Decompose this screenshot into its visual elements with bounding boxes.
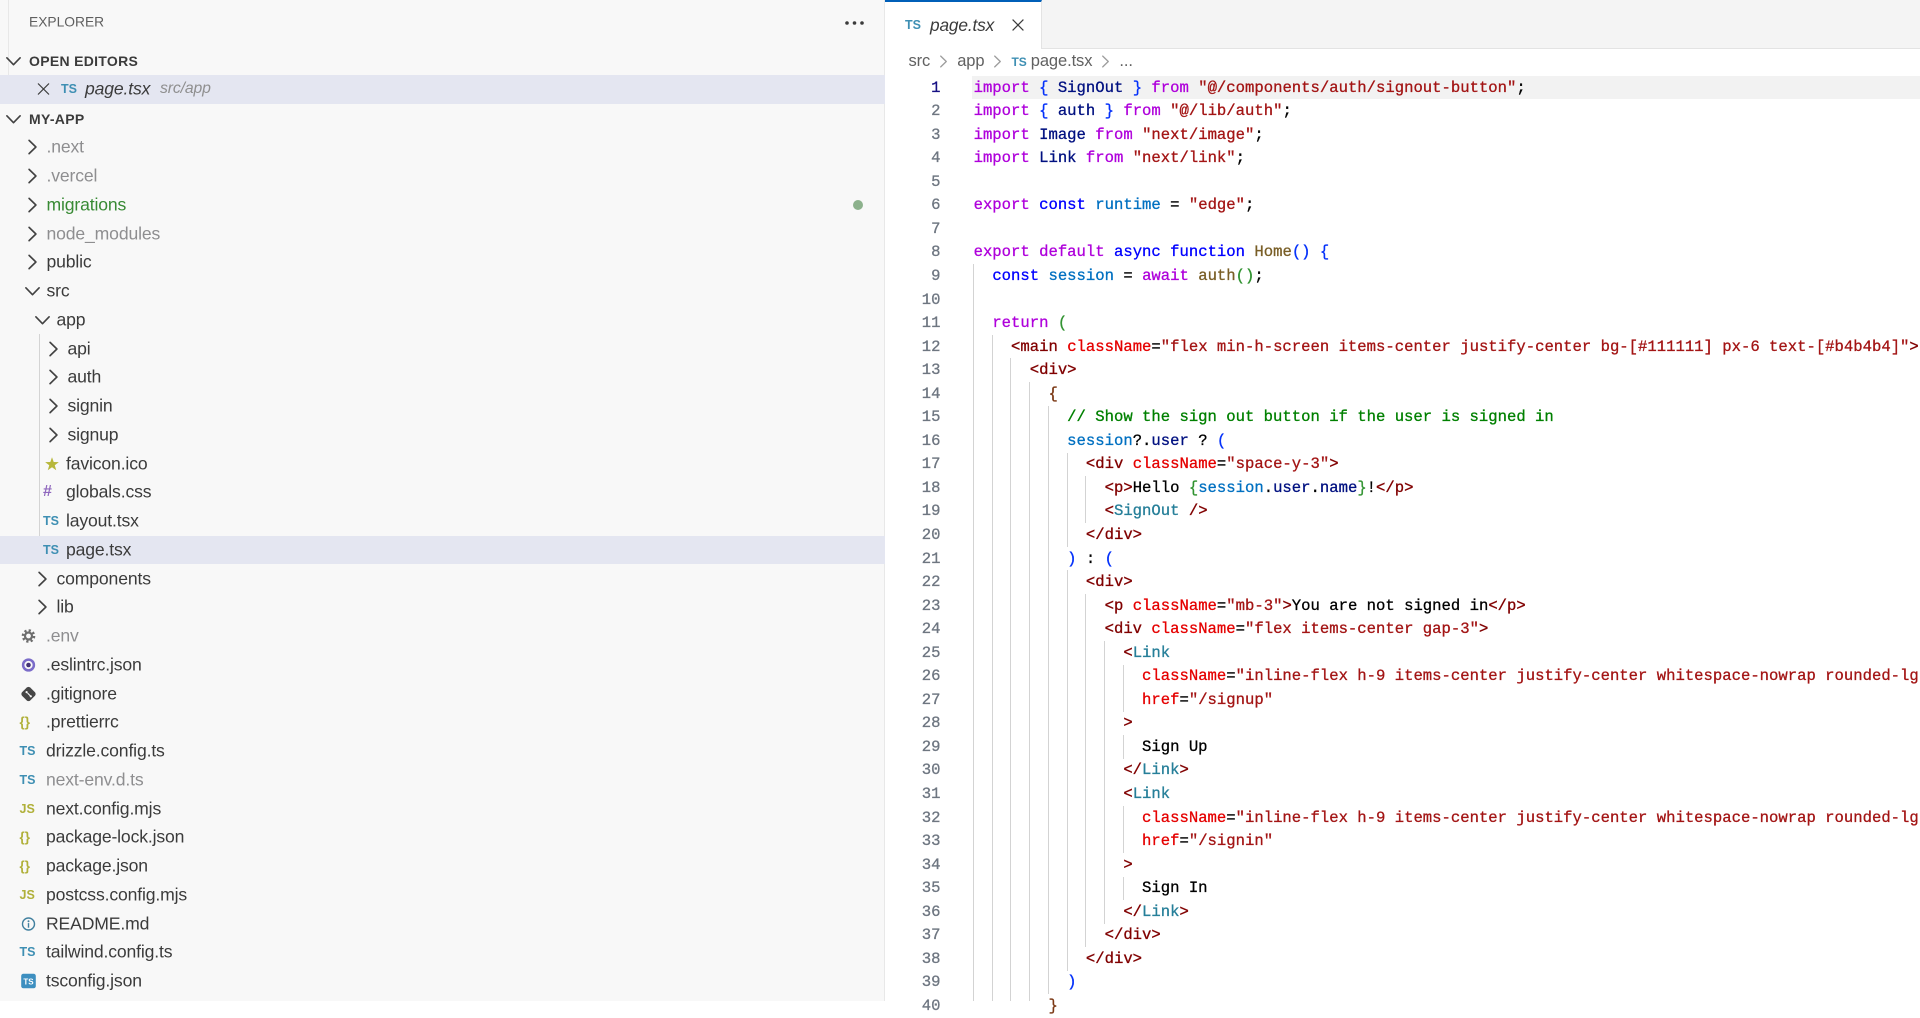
svg-text:TS: TS [23, 978, 34, 987]
